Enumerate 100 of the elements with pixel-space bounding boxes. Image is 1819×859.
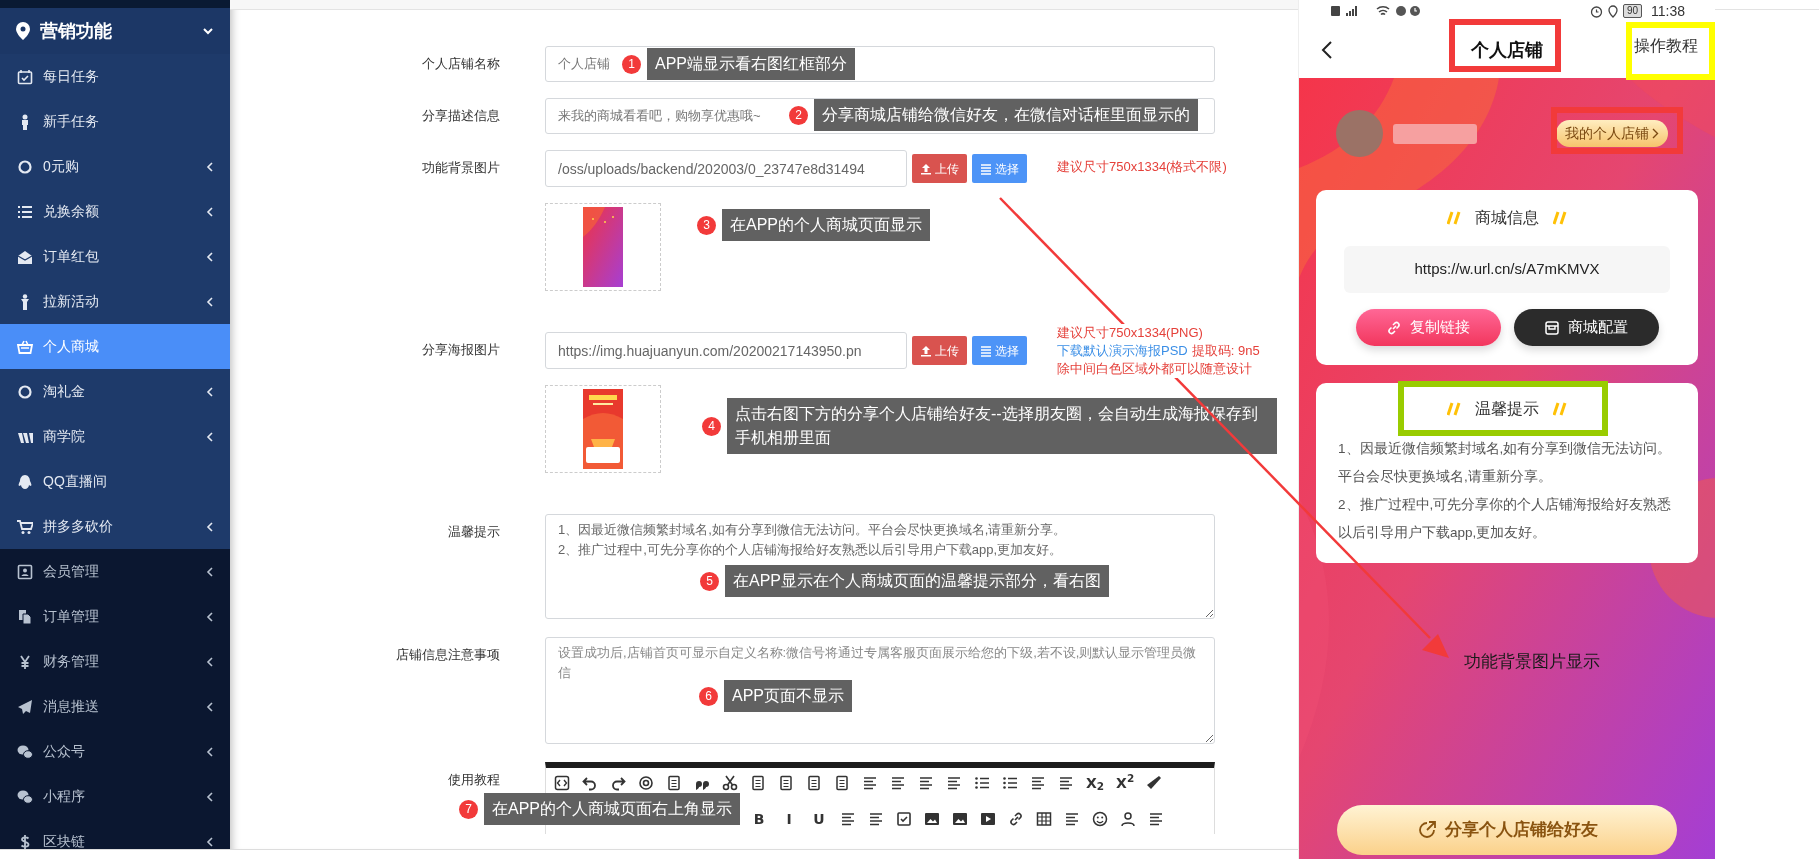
doc-icon[interactable] (666, 775, 682, 791)
sidebar-item[interactable]: 兑换余额 (0, 189, 230, 234)
sidebar-section-header[interactable]: 营销功能 (0, 8, 230, 54)
field-label: 个人店铺名称 (421, 55, 500, 73)
image-icon[interactable] (924, 811, 940, 827)
ring-icon (17, 383, 33, 400)
pin-icon (16, 22, 30, 40)
video-icon[interactable] (980, 811, 996, 827)
sidebar-item[interactable]: 每日任务 (0, 54, 230, 99)
share-button[interactable]: 分享个人店铺给好友 (1337, 805, 1677, 855)
chevron-right-icon (1652, 128, 1659, 139)
field-label: 店铺信息注意事项 (395, 646, 500, 664)
redo-icon[interactable] (610, 775, 626, 791)
back-icon[interactable] (1321, 40, 1333, 60)
doc-icon[interactable] (778, 775, 794, 791)
callout: APP端显示看右图红框部分 (647, 48, 855, 80)
lines-icon[interactable] (890, 775, 906, 791)
format-button[interactable]: I (780, 808, 798, 830)
person-icon[interactable] (1120, 811, 1136, 827)
callout: 在APP显示在个人商城页面的温馨提示部分，看右图 (725, 565, 1109, 597)
chevron-left-icon (206, 611, 214, 622)
tutorial-link[interactable]: 操作教程 (1634, 34, 1698, 58)
lines-icon[interactable] (1148, 811, 1164, 827)
sidebar-item[interactable]: 商学院 (0, 414, 230, 459)
chevron-left-icon (206, 746, 214, 757)
sidebar-item[interactable]: 淘礼金 (0, 369, 230, 414)
upload-icon (920, 162, 932, 175)
format-button[interactable]: U (810, 808, 828, 830)
yen-icon (17, 653, 33, 670)
lines-icon[interactable] (1030, 775, 1046, 791)
callout: 在APP的个人商城页面显示 (722, 209, 930, 241)
bubble-icon (17, 473, 33, 490)
chevron-left-icon (206, 296, 214, 307)
download-link[interactable]: 下载默认演示海报PSD (1057, 342, 1188, 360)
list-icon[interactable] (974, 775, 990, 791)
chevron-left-icon (206, 251, 214, 262)
smiley-icon[interactable] (1092, 811, 1108, 827)
hint-text: 建议尺寸750x1334(格式不限) (1057, 158, 1227, 176)
doc-icon[interactable] (834, 775, 850, 791)
ring-icon (17, 158, 33, 175)
doc-icon[interactable] (806, 775, 822, 791)
link-icon[interactable] (1008, 811, 1024, 827)
lines-icon[interactable] (868, 811, 884, 827)
text-input[interactable]: /oss/uploads/backend/202003/0_23747e8d31494 (545, 150, 907, 187)
share-icon (1416, 820, 1437, 840)
chevron-left-icon (206, 791, 214, 802)
lines-icon[interactable] (1064, 811, 1080, 827)
paper-plane-icon (17, 698, 33, 715)
upload-button[interactable]: 上传 (912, 154, 967, 183)
lines-icon[interactable] (862, 775, 878, 791)
tip-text: 2、推广过程中,可先分享你的个人店铺海报给好友熟悉以后引导用户下载app,更加友好。 (1338, 496, 1673, 542)
lines-icon[interactable] (918, 775, 934, 791)
format-button[interactable]: B (750, 808, 768, 830)
lines-icon[interactable] (1058, 775, 1074, 791)
code-icon[interactable] (554, 775, 570, 791)
sidebar-item[interactable]: QQ直播间 (0, 459, 230, 504)
list-icon (17, 203, 33, 220)
store-icon (1544, 319, 1560, 336)
id-card-icon (17, 563, 33, 580)
scissors-icon[interactable] (722, 775, 738, 791)
chevron-left-icon (206, 161, 214, 172)
tip-text: 1、因最近微信频繁封域名,如有分享到微信无法访问。平台会尽快更换域名,请重新分享。 (1338, 440, 1673, 486)
caption-text: 功能背景图片显示 (1463, 651, 1601, 673)
format-button[interactable]: X$^{2}$ (1116, 772, 1135, 794)
sidebar-item[interactable]: 拼多多砍价 (0, 504, 230, 549)
callout: 分享商城店铺给微信好友，在微信对话框里面显示的 (814, 99, 1198, 131)
list-icon (980, 344, 992, 357)
upload-button[interactable]: 上传 (912, 336, 967, 365)
doc-icon[interactable] (750, 775, 766, 791)
square-icon[interactable] (896, 811, 912, 827)
clock-icon (1395, 5, 1421, 17)
location-icon (1607, 4, 1618, 18)
lines-icon[interactable] (946, 775, 962, 791)
sidebar-item[interactable]: 拉新活动 (0, 279, 230, 324)
format-button[interactable]: X$_{2}$ (1086, 772, 1105, 794)
text-input[interactable]: https://img.huajuanyun.com/20200217143950.pn (545, 332, 907, 369)
hint-text: 除中间白色区域外都可以随意设计 (1057, 360, 1252, 378)
list-icon[interactable] (1002, 775, 1018, 791)
step-number: 7 (459, 799, 478, 819)
image-icon[interactable] (952, 811, 968, 827)
lines-icon[interactable] (840, 811, 856, 827)
list-icon (980, 162, 992, 175)
sidebar-item[interactable]: 0元购 (0, 144, 230, 189)
chevron-left-icon (206, 656, 214, 667)
table-icon[interactable] (1036, 811, 1052, 827)
shop-settings-button[interactable]: 商城配置 (1513, 309, 1659, 346)
field-label: 使用教程 (447, 771, 500, 789)
envelope-icon (17, 248, 33, 265)
clock-time: 11:38 (1651, 1, 1685, 21)
cart-icon (17, 518, 33, 535)
shop-button[interactable]: 我的个人店铺 (1556, 120, 1668, 147)
undo-icon[interactable] (582, 775, 598, 791)
chevron-left-icon (206, 206, 214, 217)
sidebar-item[interactable]: 新手任务 (0, 99, 230, 144)
sidebar-item[interactable]: 订单红包 (0, 234, 230, 279)
field-label: 分享海报图片 (421, 341, 500, 359)
brush-icon[interactable] (1146, 775, 1163, 791)
circle-icon[interactable] (638, 775, 654, 791)
basket-icon (17, 338, 33, 355)
callout: APP页面不显示 (724, 680, 852, 712)
